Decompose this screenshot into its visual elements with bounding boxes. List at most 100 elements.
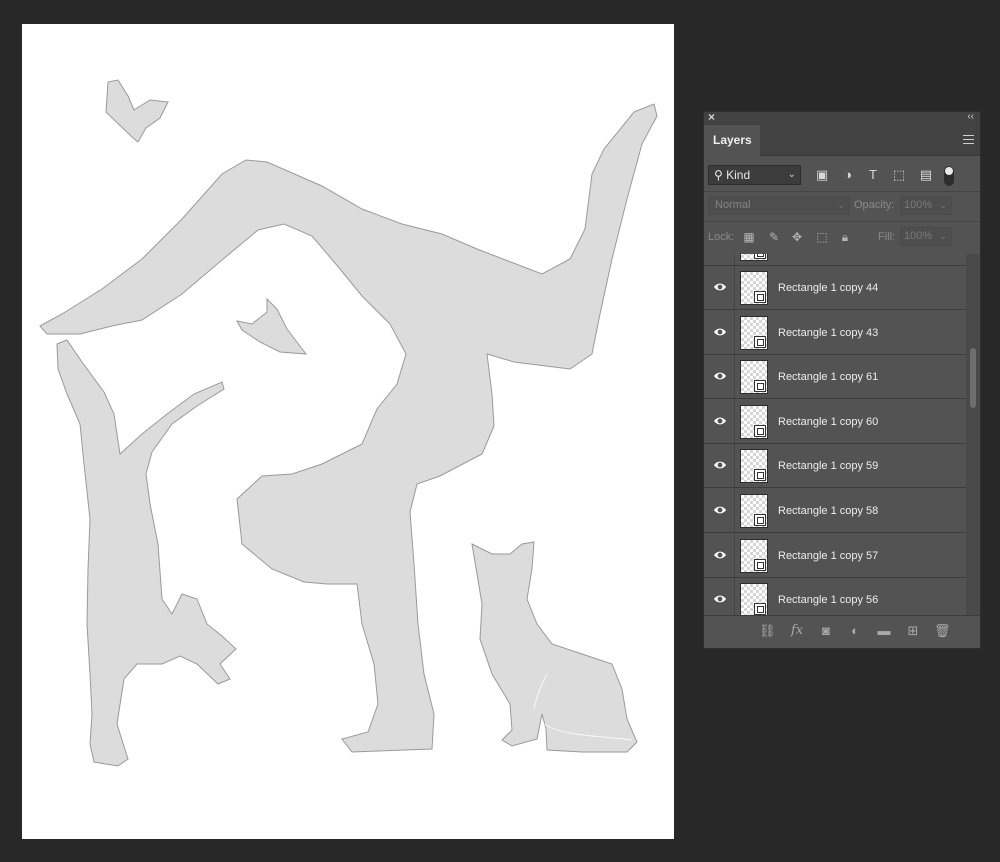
fill-label: Fill: <box>878 231 896 243</box>
shape-badge-icon <box>754 424 766 437</box>
layer-thumbnail <box>740 360 768 395</box>
link-icon[interactable]: ⛓ <box>759 623 776 639</box>
butterfly-middle <box>236 297 308 355</box>
layers-panel: × ‹‹ Layers ⚲ Kind ⌄ ▣ ◑ T ⬚ ▤ Normal ⌄ … <box>703 110 981 649</box>
panel-menu-icon[interactable] <box>963 135 974 144</box>
eye-column-divider <box>734 533 735 577</box>
panel-footer: ⛓ fx ◙ ◐ ▬ ⊞ 🗑︎ <box>704 615 980 646</box>
close-icon[interactable]: × <box>708 110 715 124</box>
eye-column-divider <box>734 355 735 399</box>
shape-badge-icon <box>754 514 766 526</box>
lock-brush-icon[interactable]: ✎ <box>767 230 781 244</box>
eye-column-divider <box>734 578 735 615</box>
dog-silhouette <box>56 339 237 767</box>
filter-row: ⚲ Kind ⌄ ▣ ◑ T ⬚ ▤ <box>704 156 980 190</box>
eye-icon[interactable] <box>713 592 727 606</box>
layer-thumbnail <box>740 254 768 261</box>
eye-icon[interactable] <box>713 280 727 294</box>
shape-badge-icon <box>754 558 766 571</box>
eye-icon[interactable] <box>713 325 727 339</box>
folder-icon[interactable]: ▬ <box>876 623 892 639</box>
shape-badge-icon <box>754 380 766 393</box>
eye-icon[interactable] <box>713 503 727 517</box>
shape-badge-icon <box>754 469 766 482</box>
lock-position-icon[interactable]: ✥ <box>790 230 804 244</box>
eye-column-divider <box>734 266 735 309</box>
eye-icon[interactable] <box>713 414 727 428</box>
shape-filter-icon[interactable]: ⬚ <box>891 167 907 183</box>
eye-icon[interactable] <box>713 548 727 562</box>
layer-name[interactable]: Rectangle 1 copy 58 <box>778 489 878 533</box>
lock-artboard-icon[interactable]: ⬚ <box>815 230 829 244</box>
tab-layers[interactable]: Layers <box>704 125 760 156</box>
opacity-label: Opacity: <box>854 199 895 211</box>
eye-icon[interactable] <box>713 369 727 383</box>
document-canvas[interactable] <box>22 24 674 839</box>
filter-kind-select[interactable]: ⚲ Kind ⌄ <box>708 165 801 185</box>
type-filter-icon[interactable]: T <box>865 167 881 183</box>
image-filter-icon[interactable]: ▣ <box>814 167 830 183</box>
blend-row: Normal ⌄ Opacity: 100% ⌄ <box>704 192 980 220</box>
adjustment-filter-icon[interactable]: ◑ <box>840 167 856 183</box>
layer-thumbnail <box>740 494 768 528</box>
panel-tab-bar: Layers <box>704 125 980 156</box>
layer-thumbnail <box>740 538 768 573</box>
shape-badge-icon <box>754 603 766 615</box>
shape-badge-icon <box>754 335 766 348</box>
layer-name[interactable]: Rectangle 1 copy 44 <box>778 266 878 310</box>
layer-row-partial[interactable] <box>704 254 966 266</box>
adjustment-layer-icon[interactable]: ◐ <box>847 623 863 639</box>
layer-row[interactable]: Rectangle 1 copy 59 <box>704 444 966 489</box>
layer-row[interactable]: Rectangle 1 copy 58 <box>704 489 966 533</box>
filter-toggle-icon[interactable] <box>944 166 954 186</box>
chevron-down-icon: ⌄ <box>837 200 845 210</box>
new-layer-icon[interactable]: ⊞ <box>905 623 921 639</box>
opacity-field[interactable]: 100% ⌄ <box>900 196 952 215</box>
artwork <box>39 79 658 767</box>
layer-thumbnail <box>740 449 768 484</box>
cat-silhouette <box>471 541 638 753</box>
layer-row[interactable]: Rectangle 1 copy 61 <box>704 355 966 400</box>
mask-icon[interactable]: ◙ <box>818 623 834 639</box>
scrollbar-thumb[interactable] <box>970 348 976 408</box>
layer-name[interactable]: Rectangle 1 copy 61 <box>778 355 878 399</box>
butterfly-top <box>105 79 169 143</box>
eye-column-divider <box>734 444 735 488</box>
trash-icon[interactable]: 🗑︎ <box>934 623 951 639</box>
chevron-down-icon: ⌄ <box>939 231 947 241</box>
eye-column-divider <box>734 310 735 354</box>
chevron-down-icon: ⌄ <box>939 200 947 210</box>
eye-column-divider <box>734 399 735 443</box>
opacity-value: 100% <box>904 199 933 211</box>
layer-thumbnail <box>740 404 768 439</box>
layer-row[interactable]: Rectangle 1 copy 60 <box>704 399 966 444</box>
panel-titlebar: × ‹‹ <box>704 110 980 125</box>
layer-name[interactable]: Rectangle 1 copy 43 <box>778 311 878 355</box>
shape-badge-icon <box>754 254 766 259</box>
eye-column-divider <box>734 254 735 265</box>
lock-label: Lock: <box>708 231 735 243</box>
layer-name[interactable]: Rectangle 1 copy 57 <box>778 534 878 578</box>
blend-mode-select[interactable]: Normal ⌄ <box>708 196 850 215</box>
collapse-icon[interactable]: ‹‹ <box>967 110 974 124</box>
layer-row[interactable]: Rectangle 1 copy 57 <box>704 533 966 578</box>
eye-column-divider <box>734 489 735 532</box>
layers-scrollbar[interactable] <box>966 254 980 615</box>
fill-value: 100% <box>904 230 933 242</box>
search-icon: ⚲ <box>714 168 723 182</box>
lock-row: Lock: ▦ ✎ ✥ ⬚ 🔒︎ Fill: 100% ⌄ <box>704 222 980 252</box>
layer-row[interactable]: Rectangle 1 copy 56 <box>704 578 966 615</box>
lock-all-icon[interactable]: 🔒︎ <box>838 230 852 244</box>
layer-name[interactable]: Rectangle 1 copy 60 <box>778 400 878 444</box>
layer-name[interactable]: Rectangle 1 copy 59 <box>778 444 878 488</box>
eye-icon[interactable] <box>713 458 727 472</box>
layer-row[interactable]: Rectangle 1 copy 43 <box>704 310 966 355</box>
lock-pixels-icon[interactable]: ▦ <box>742 230 756 244</box>
smart-object-filter-icon[interactable]: ▤ <box>918 167 934 183</box>
layer-name[interactable]: Rectangle 1 copy 56 <box>778 578 878 615</box>
fx-icon[interactable]: fx <box>789 623 805 639</box>
layer-row[interactable]: Rectangle 1 copy 44 <box>704 266 966 310</box>
layers-list[interactable]: Rectangle 1 copy 44 Rectangle 1 copy 43 Re… <box>704 254 966 615</box>
layer-thumbnail <box>740 315 768 350</box>
fill-field[interactable]: 100% ⌄ <box>900 227 952 246</box>
